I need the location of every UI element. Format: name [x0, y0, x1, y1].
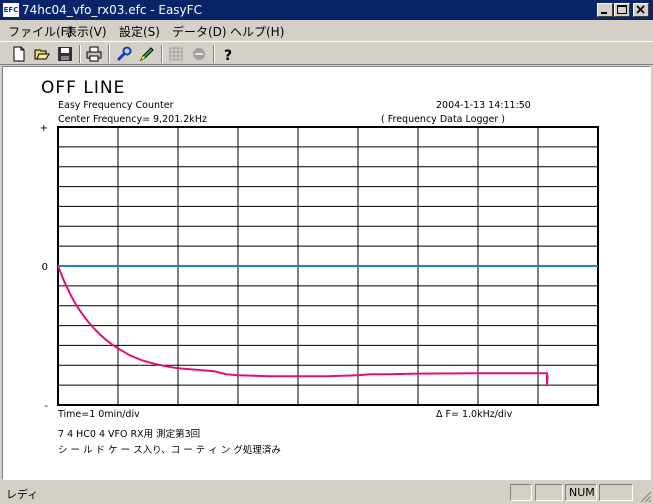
menu-bar: ファイル(F) 表示(V) 設定(S) データ(D) ヘルプ(H): [0, 20, 653, 40]
y-tick-label: 0: [42, 262, 48, 273]
save-icon: [58, 47, 72, 61]
open-button[interactable]: [33, 45, 51, 63]
print-button[interactable]: [85, 45, 103, 63]
close-icon: [636, 5, 645, 14]
new-button[interactable]: [10, 45, 28, 63]
save-button[interactable]: [56, 45, 74, 63]
toolbar: ?: [0, 41, 653, 65]
status-bar: レディ NUM: [0, 481, 653, 504]
wrench-settings-icon: [116, 46, 132, 62]
y-tick-label: -: [44, 401, 48, 412]
note-line-1: 7 4 HC0 4 VFO RX用 測定第3回: [58, 429, 201, 440]
menu-data[interactable]: データ(D): [172, 23, 227, 40]
minimize-icon: [601, 12, 607, 14]
menu-help[interactable]: ヘルプ(H): [230, 23, 284, 40]
status-pane-1: [510, 484, 532, 501]
svg-text:?: ?: [224, 48, 232, 63]
num-lock-indicator: NUM: [565, 484, 597, 501]
stop-button[interactable]: [190, 45, 208, 63]
frequency-scale-label: Δ F= 1.0kHz/div: [436, 409, 513, 420]
note-line-2: シ ー ル ド ケ ー ス入り、コ ー テ ィ ン グ処理済み: [58, 445, 281, 456]
toolbar-separator: [108, 45, 110, 63]
grid-disabled-icon: [169, 47, 183, 61]
pen-marker-icon: [139, 47, 154, 62]
title-bar: EFC 74hc04_vfo_rx03.efc - EasyFC: [0, 0, 653, 20]
marker-button[interactable]: [138, 45, 156, 63]
grid-button[interactable]: [167, 45, 185, 63]
toolbar-separator: [161, 45, 163, 63]
minimize-button[interactable]: [597, 3, 613, 17]
stop-disabled-icon: [193, 48, 205, 60]
close-button[interactable]: [633, 3, 649, 17]
time-scale-label: Time=1 0min/div: [58, 409, 140, 420]
help-icon: ?: [224, 48, 232, 64]
y-tick-label: +: [40, 123, 48, 134]
menu-view[interactable]: 表示(V): [65, 23, 107, 40]
settings-button[interactable]: [115, 45, 133, 63]
print-icon: [86, 46, 102, 62]
resize-grip-icon[interactable]: [640, 491, 652, 503]
help-button[interactable]: ?: [219, 45, 237, 64]
toolbar-separator: [79, 45, 81, 63]
window-title: 74hc04_vfo_rx03.efc - EasyFC: [22, 3, 202, 17]
menu-file[interactable]: ファイル(F): [8, 23, 72, 40]
app-icon[interactable]: EFC: [3, 3, 19, 17]
toolbar-separator: [213, 45, 215, 63]
status-ready-text: レディ: [6, 488, 39, 501]
new-file-icon: [13, 46, 25, 62]
maximize-button[interactable]: [614, 3, 630, 17]
status-pane-2: [535, 484, 563, 501]
maximize-icon: [617, 5, 627, 14]
open-folder-icon: [34, 49, 50, 60]
menu-settings[interactable]: 設定(S): [119, 23, 160, 40]
chart-view: OFF LINE Easy Frequency Counter 2004-1-1…: [2, 66, 651, 480]
status-pane-4: [599, 484, 633, 501]
